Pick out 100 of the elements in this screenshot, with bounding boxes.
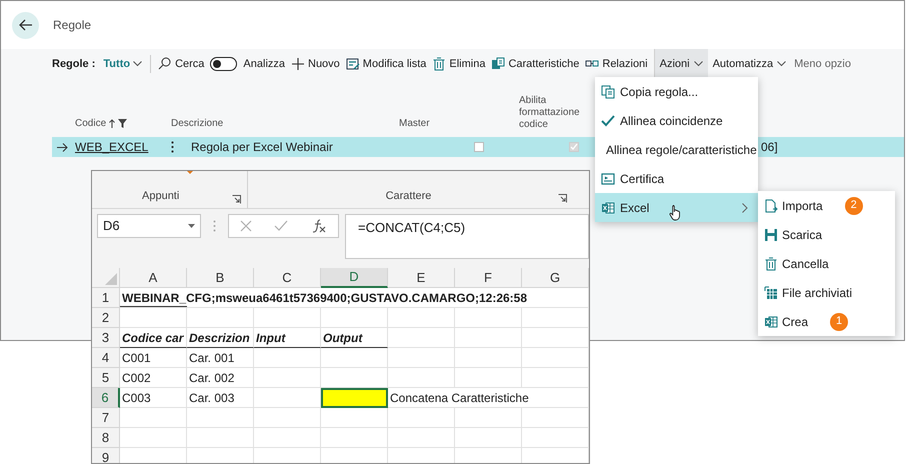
spreadsheet-cell[interactable] xyxy=(522,308,589,328)
column-header[interactable]: Abilita formattazione codice xyxy=(519,95,589,131)
spreadsheet-cell[interactable] xyxy=(522,428,589,448)
toolbar-button[interactable]: Relazioni xyxy=(582,49,651,79)
menu-item[interactable]: Copia regola... xyxy=(595,77,758,106)
back-button[interactable] xyxy=(12,12,39,38)
spreadsheet-cell[interactable]: Car. 002 xyxy=(187,368,254,388)
spreadsheet-cell[interactable] xyxy=(321,428,388,448)
column-header[interactable]: E xyxy=(388,268,455,288)
spreadsheet-cell[interactable] xyxy=(455,348,522,368)
spreadsheet-cell[interactable] xyxy=(321,348,388,368)
spreadsheet-cell[interactable] xyxy=(522,368,589,388)
row-header[interactable]: 7 xyxy=(92,408,120,428)
confirm-icon[interactable] xyxy=(274,220,288,232)
spreadsheet-cell[interactable] xyxy=(388,408,455,428)
spreadsheet-cell[interactable]: C003 xyxy=(120,388,187,408)
row-header[interactable]: 4 xyxy=(92,348,120,368)
spreadsheet-cell[interactable] xyxy=(388,328,455,348)
filter-icon[interactable] xyxy=(118,119,128,128)
dialog-launcher-icon[interactable] xyxy=(232,195,241,204)
spreadsheet-cell[interactable]: C002 xyxy=(120,368,187,388)
cancel-icon[interactable] xyxy=(240,220,252,232)
spreadsheet-cell[interactable] xyxy=(187,428,254,448)
column-header[interactable]: A xyxy=(120,268,187,288)
spreadsheet-cell[interactable] xyxy=(321,308,388,328)
more-options-button[interactable]: Meno opzio xyxy=(791,56,854,72)
spreadsheet-cell[interactable] xyxy=(254,308,321,328)
spreadsheet-cell[interactable]: Car. 003 xyxy=(187,388,254,408)
spreadsheet-cell[interactable]: Concatena Caratteristiche xyxy=(388,388,589,408)
spreadsheet-cell[interactable] xyxy=(254,348,321,368)
column-header[interactable]: F xyxy=(455,268,522,288)
filter-dropdown[interactable]: Tutto xyxy=(103,55,152,73)
spreadsheet-cell[interactable] xyxy=(522,328,589,348)
spreadsheet-cell[interactable] xyxy=(187,308,254,328)
spreadsheet-cell[interactable] xyxy=(254,408,321,428)
spreadsheet-cell[interactable]: Output xyxy=(321,328,388,348)
menu-item[interactable]: File archiviati xyxy=(758,278,895,307)
column-header[interactable]: D xyxy=(321,268,388,288)
menu-button[interactable]: Azioni xyxy=(654,49,708,79)
column-header[interactable]: C xyxy=(254,268,321,288)
toolbar-button[interactable]: Modifica lista xyxy=(342,49,430,79)
name-box[interactable]: D6 xyxy=(97,214,201,238)
spreadsheet-cell[interactable] xyxy=(522,348,589,368)
menu-item[interactable]: Scarica xyxy=(758,220,895,249)
spreadsheet-cell[interactable] xyxy=(187,408,254,428)
row-header[interactable]: 6 xyxy=(92,388,120,408)
spreadsheet-cell[interactable] xyxy=(455,428,522,448)
row-header[interactable]: 3 xyxy=(92,328,120,348)
spreadsheet-cell[interactable] xyxy=(254,368,321,388)
select-all-icon[interactable] xyxy=(105,273,117,285)
menu-item[interactable]: Excel xyxy=(595,193,758,222)
row-header[interactable]: 8 xyxy=(92,428,120,448)
row-header[interactable]: 9 xyxy=(92,448,120,463)
toggle-switch[interactable] xyxy=(210,57,238,71)
spreadsheet-cell[interactable]: C001 xyxy=(120,348,187,368)
menu-item[interactable]: Certifica xyxy=(595,164,758,193)
spreadsheet-cell[interactable] xyxy=(388,428,455,448)
toolbar-button[interactable]: Cerca xyxy=(155,49,208,79)
toolbar-button[interactable]: Elimina xyxy=(429,49,488,79)
menu-item[interactable]: Allinea regole/caratteristiche xyxy=(595,135,758,164)
dialog-launcher-icon[interactable] xyxy=(558,194,567,203)
spreadsheet-cell[interactable] xyxy=(388,308,455,328)
column-header[interactable]: Descrizione xyxy=(171,116,399,131)
spreadsheet-cell[interactable] xyxy=(321,388,388,408)
spreadsheet-cell[interactable]: Car. 001 xyxy=(187,348,254,368)
spreadsheet-cell[interactable] xyxy=(522,408,589,428)
spreadsheet-cell[interactable] xyxy=(388,348,455,368)
spreadsheet-cell[interactable] xyxy=(120,308,187,328)
more-icon[interactable] xyxy=(171,141,174,153)
spreadsheet-cell[interactable] xyxy=(321,408,388,428)
spreadsheet-cell[interactable] xyxy=(120,408,187,428)
row-header[interactable]: 2 xyxy=(92,308,120,328)
column-header[interactable]: Codice xyxy=(75,116,106,131)
column-header[interactable]: Master xyxy=(399,116,519,131)
spreadsheet-cell[interactable] xyxy=(254,428,321,448)
spreadsheet-cell[interactable] xyxy=(388,368,455,388)
menu-item[interactable]: Allinea coincidenze xyxy=(595,106,758,135)
spreadsheet-cell[interactable] xyxy=(455,308,522,328)
column-header[interactable]: G xyxy=(522,268,589,288)
code-link[interactable]: WEB_EXCEL xyxy=(75,140,148,154)
sort-ascending-icon[interactable] xyxy=(109,119,116,128)
spreadsheet-cell[interactable] xyxy=(455,408,522,428)
menu-item[interactable]: Cancella xyxy=(758,249,895,278)
spreadsheet-cell[interactable] xyxy=(455,328,522,348)
toolbar-button[interactable]: Caratteristiche xyxy=(488,49,582,79)
spreadsheet-cell[interactable]: Descrizion xyxy=(187,328,254,348)
column-header[interactable]: B xyxy=(187,268,254,288)
spreadsheet-cell[interactable]: Input xyxy=(254,328,321,348)
row-header[interactable]: 5 xyxy=(92,368,120,388)
spreadsheet-cell[interactable] xyxy=(120,428,187,448)
function-icon[interactable] xyxy=(310,219,327,233)
spreadsheet-cell[interactable] xyxy=(455,368,522,388)
menu-item[interactable]: Crea 1 xyxy=(758,307,895,336)
menu-button[interactable]: Automatizza xyxy=(708,49,792,79)
spreadsheet-cell[interactable]: WEBINAR_CFG;msweua6461t57369400;GUSTAVO.CAMARGO;12:26:58 xyxy=(120,288,589,308)
formula-field[interactable]: =CONCAT(C4;C5) xyxy=(345,214,589,259)
menu-item[interactable]: Importa 2 xyxy=(758,191,895,220)
toolbar-button[interactable]: Nuovo xyxy=(288,49,343,79)
spreadsheet-cell[interactable]: Codice car xyxy=(120,328,187,348)
row-header[interactable]: 1 xyxy=(92,288,120,308)
